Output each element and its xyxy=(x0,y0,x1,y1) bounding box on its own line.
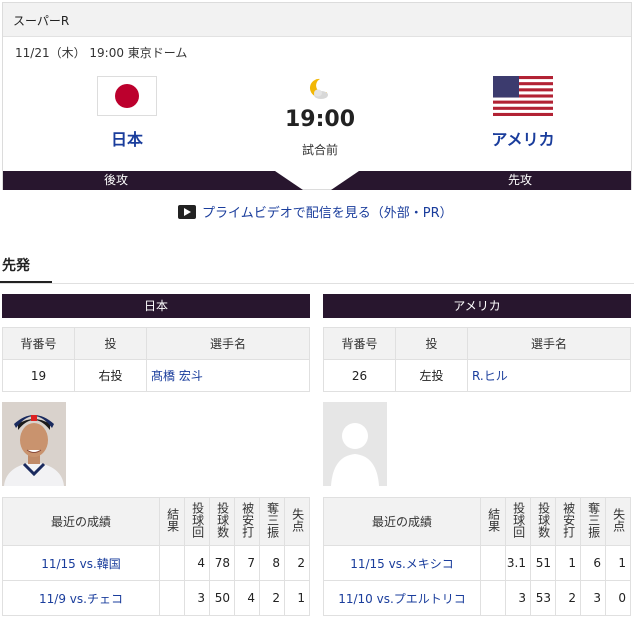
japan-team-bar: 日本 xyxy=(2,294,310,318)
strikeouts-value: 6 xyxy=(580,545,606,581)
header-runs: 失点 xyxy=(605,497,631,546)
runs-value: 0 xyxy=(605,580,631,616)
prime-video-link[interactable]: プライムビデオで配信を見る（外部・PR） xyxy=(178,202,453,221)
player-name-link[interactable]: 髙橋 宏斗 xyxy=(146,359,310,392)
moon-cloud-icon xyxy=(309,78,328,99)
game-result xyxy=(480,545,506,581)
table-row: 11/10 vs.プエルトリコ 3 53 2 3 0 xyxy=(323,580,631,616)
header-player-name: 選手名 xyxy=(467,327,631,360)
player-throws: 右投 xyxy=(74,359,147,392)
table-row: 11/15 vs.韓国 4 78 7 8 2 xyxy=(2,545,310,581)
divider xyxy=(0,283,634,284)
header-throws: 投 xyxy=(74,327,147,360)
game-result xyxy=(159,580,185,616)
header-innings: 投球回 xyxy=(505,497,531,546)
home-team[interactable]: 日本 xyxy=(67,76,187,150)
innings-value: 3.1 xyxy=(505,545,531,581)
innings-value: 4 xyxy=(184,545,210,581)
header-number: 背番号 xyxy=(323,327,396,360)
player-name-link[interactable]: R.ヒル xyxy=(467,359,631,392)
away-side-bar: 先攻 xyxy=(331,171,631,190)
game-link[interactable]: 11/15 vs.メキシコ xyxy=(323,545,481,581)
header-player-name: 選手名 xyxy=(146,327,310,360)
usa-flag-icon xyxy=(493,76,553,116)
usa-team-bar: アメリカ xyxy=(323,294,631,318)
runs-value: 2 xyxy=(284,545,310,581)
round-label: スーパーR xyxy=(3,3,631,37)
prime-video-label[interactable]: プライムビデオで配信を見る（外部・PR） xyxy=(202,202,453,221)
header-recent-games: 最近の成績 xyxy=(323,497,481,546)
home-team-name[interactable]: 日本 xyxy=(67,126,187,150)
header-result: 結果 xyxy=(480,497,506,546)
runs-value: 1 xyxy=(605,545,631,581)
header-runs: 失点 xyxy=(284,497,310,546)
player-number: 26 xyxy=(323,359,396,392)
header-result: 結果 xyxy=(159,497,185,546)
innings-value: 3 xyxy=(505,580,531,616)
table-row: 26 左投 R.ヒル xyxy=(323,359,631,392)
hits-value: 4 xyxy=(234,580,260,616)
pitches-value: 78 xyxy=(209,545,235,581)
start-time: 19:00 xyxy=(284,107,356,132)
japan-flag-icon xyxy=(97,76,157,116)
header-strikeouts: 奪三振 xyxy=(259,497,285,546)
pitches-value: 53 xyxy=(530,580,556,616)
home-side-label: 後攻 xyxy=(104,173,129,187)
match-date-venue: 11/21（木） 19:00 東京ドーム xyxy=(15,46,188,60)
header-strikeouts: 奪三振 xyxy=(580,497,606,546)
table-row: 11/9 vs.チェコ 3 50 4 2 1 xyxy=(2,580,310,616)
hits-value: 7 xyxy=(234,545,260,581)
game-link[interactable]: 11/9 vs.チェコ xyxy=(2,580,160,616)
pitches-value: 51 xyxy=(530,545,556,581)
away-team-name[interactable]: アメリカ xyxy=(463,126,583,150)
usa-recent-table: 最近の成績 結果 投球回 投球数 被安打 奪三振 失点 11/15 vs.メキシ… xyxy=(323,497,631,616)
away-side-label: 先攻 xyxy=(508,173,533,187)
pitches-value: 50 xyxy=(209,580,235,616)
game-result xyxy=(159,545,185,581)
player-photo xyxy=(2,402,66,486)
match-card: スーパーR 11/21（木） 19:00 東京ドーム 日本 19:00 試合前 … xyxy=(2,2,632,190)
strikeouts-value: 2 xyxy=(259,580,285,616)
runs-value: 1 xyxy=(284,580,310,616)
section-title: 先発 xyxy=(2,258,30,274)
game-link[interactable]: 11/10 vs.プエルトリコ xyxy=(323,580,481,616)
player-number: 19 xyxy=(2,359,75,392)
header-hits: 被安打 xyxy=(555,497,581,546)
usa-starter-table: 背番号 投 選手名 26 左投 R.ヒル xyxy=(323,327,631,392)
table-row: 19 右投 髙橋 宏斗 xyxy=(2,359,310,392)
header-hits: 被安打 xyxy=(234,497,260,546)
header-innings: 投球回 xyxy=(184,497,210,546)
play-icon xyxy=(178,204,196,219)
player-throws: 左投 xyxy=(395,359,468,392)
strikeouts-value: 8 xyxy=(259,545,285,581)
player-placeholder-icon xyxy=(323,402,387,486)
away-team[interactable]: アメリカ xyxy=(463,76,583,150)
japan-recent-table: 最近の成績 結果 投球回 投球数 被安打 奪三振 失点 11/15 vs.韓国 … xyxy=(2,497,310,616)
home-side-bar: 後攻 xyxy=(3,171,303,190)
strikeouts-value: 3 xyxy=(580,580,606,616)
innings-value: 3 xyxy=(184,580,210,616)
header-throws: 投 xyxy=(395,327,468,360)
game-link[interactable]: 11/15 vs.韓国 xyxy=(2,545,160,581)
header-pitches: 投球数 xyxy=(209,497,235,546)
hits-value: 1 xyxy=(555,545,581,581)
game-result xyxy=(480,580,506,616)
header-pitches: 投球数 xyxy=(530,497,556,546)
game-status: 試合前 xyxy=(301,143,338,157)
header-number: 背番号 xyxy=(2,327,75,360)
table-row: 11/15 vs.メキシコ 3.1 51 1 6 1 xyxy=(323,545,631,581)
header-recent-games: 最近の成績 xyxy=(2,497,160,546)
japan-starter-table: 背番号 投 選手名 19 右投 髙橋 宏斗 xyxy=(2,327,310,392)
hits-value: 2 xyxy=(555,580,581,616)
